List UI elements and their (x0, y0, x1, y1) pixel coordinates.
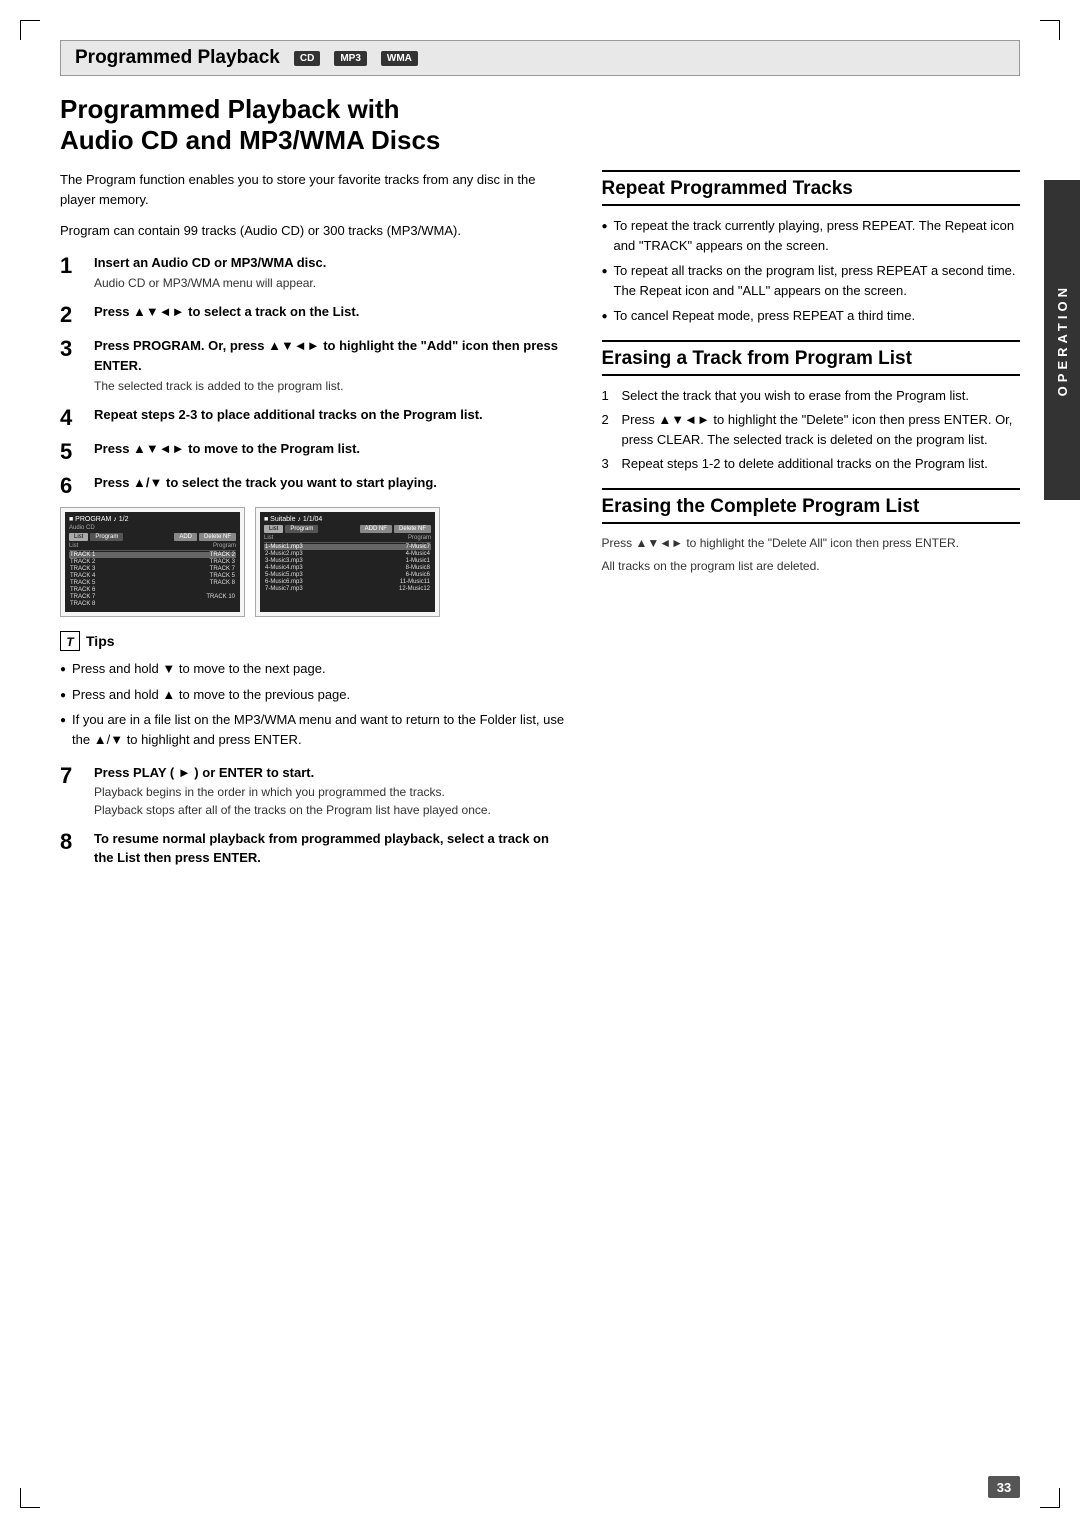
step-2-num: 2 (60, 302, 88, 326)
tip-item-1: Press and hold ▼ to move to the next pag… (60, 659, 572, 679)
step-3-num: 3 (60, 336, 88, 395)
badge-wma: WMA (381, 51, 418, 66)
main-title: Programmed Playback with Audio CD and MP… (60, 94, 1020, 156)
step-4-num: 4 (60, 405, 88, 429)
tips-section: T Tips Press and hold ▼ to move to the n… (60, 631, 572, 749)
section-header-title: Programmed Playback (75, 47, 280, 69)
screenshot-mp3: ■ Suitable ♪ 1/1/04 List Program ADD NF … (255, 507, 440, 617)
step-1: 1 Insert an Audio CD or MP3/WMA disc. Au… (60, 253, 572, 293)
right-column: Repeat Programmed Tracks To repeat the t… (602, 170, 1021, 878)
step-4: 4 Repeat steps 2-3 to place additional t… (60, 405, 572, 429)
erase-track-title: Erasing a Track from Program List (602, 340, 1021, 376)
step-3-sub: The selected track is added to the progr… (94, 377, 572, 395)
erase-all-title: Erasing the Complete Program List (602, 488, 1021, 524)
step-3: 3 Press PROGRAM. Or, press ▲▼◄► to highl… (60, 336, 572, 395)
intro-para2: Program can contain 99 tracks (Audio CD)… (60, 221, 572, 241)
step-3-title: Press PROGRAM. Or, press ▲▼◄► to highlig… (94, 338, 558, 373)
step-5-title: Press ▲▼◄► to move to the Program list. (94, 441, 360, 456)
step-7-title: Press PLAY ( ► ) or ENTER to start. (94, 765, 314, 780)
step-1-num: 1 (60, 253, 88, 293)
tips-title: T Tips (60, 631, 572, 651)
badge-cd: CD (294, 51, 320, 66)
tips-list: Press and hold ▼ to move to the next pag… (60, 659, 572, 749)
step-8-num: 8 (60, 829, 88, 868)
main-title-line2: Audio CD and MP3/WMA Discs (60, 125, 1020, 156)
left-column: The Program function enables you to stor… (60, 170, 572, 878)
step-6: 6 Press ▲/▼ to select the track you want… (60, 473, 572, 497)
erase-track-item-3: 3 Repeat steps 1-2 to delete additional … (602, 454, 1021, 474)
erase-track-item-1: 1 Select the track that you wish to eras… (602, 386, 1021, 406)
erase-all-para: Press ▲▼◄► to highlight the "Delete All"… (602, 534, 1021, 552)
repeat-list: To repeat the track currently playing, p… (602, 216, 1021, 326)
intro-para1: The Program function enables you to stor… (60, 170, 572, 209)
repeat-item-2: To repeat all tracks on the program list… (602, 261, 1021, 300)
step-6-num: 6 (60, 473, 88, 497)
screenshots-area: ■ PROGRAM ♪ 1/2 Audio CD List Program AD… (60, 507, 572, 617)
repeat-section-title: Repeat Programmed Tracks (602, 170, 1021, 206)
erase-all-sub: All tracks on the program list are delet… (602, 557, 1021, 575)
step-1-sub: Audio CD or MP3/WMA menu will appear. (94, 274, 572, 292)
step-8: 8 To resume normal playback from program… (60, 829, 572, 868)
step-7-num: 7 (60, 763, 88, 819)
step-2: 2 Press ▲▼◄► to select a track on the Li… (60, 302, 572, 326)
main-title-line1: Programmed Playback with (60, 94, 1020, 125)
step-8-title: To resume normal playback from programme… (94, 831, 549, 866)
step-2-title: Press ▲▼◄► to select a track on the List… (94, 304, 359, 319)
step-6-title: Press ▲/▼ to select the track you want t… (94, 475, 437, 490)
step-7-sub2: Playback stops after all of the tracks o… (94, 801, 572, 819)
step-7-sub1: Playback begins in the order in which yo… (94, 783, 572, 801)
erase-track-list: 1 Select the track that you wish to eras… (602, 386, 1021, 474)
step-5: 5 Press ▲▼◄► to move to the Program list… (60, 439, 572, 463)
erase-track-item-2: 2 Press ▲▼◄► to highlight the "Delete" i… (602, 410, 1021, 449)
tip-item-3: If you are in a file list on the MP3/WMA… (60, 710, 572, 749)
repeat-item-3: To cancel Repeat mode, press REPEAT a th… (602, 306, 1021, 326)
step-7: 7 Press PLAY ( ► ) or ENTER to start. Pl… (60, 763, 572, 819)
repeat-item-1: To repeat the track currently playing, p… (602, 216, 1021, 255)
page-number: 33 (988, 1476, 1020, 1498)
section-header: Programmed Playback CD MP3 WMA (60, 40, 1020, 76)
badge-mp3: MP3 (334, 51, 367, 66)
tip-item-2: Press and hold ▲ to move to the previous… (60, 685, 572, 705)
step-5-num: 5 (60, 439, 88, 463)
step-1-title: Insert an Audio CD or MP3/WMA disc. (94, 255, 326, 270)
tips-icon: T (60, 631, 80, 651)
step-4-title: Repeat steps 2-3 to place additional tra… (94, 407, 483, 422)
screenshot-audio-cd: ■ PROGRAM ♪ 1/2 Audio CD List Program AD… (60, 507, 245, 617)
